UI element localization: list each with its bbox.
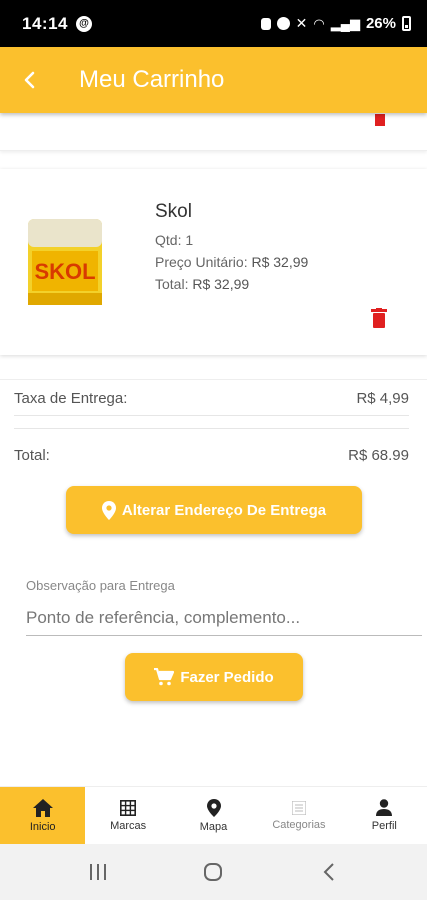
product-image: SKOL (28, 219, 102, 305)
trash-icon (375, 114, 385, 126)
product-total-value: R$ 32,99 (192, 276, 250, 292)
cart-icon (154, 668, 175, 686)
status-time: 14:14 (22, 13, 68, 33)
signal-icon: ▂▄▆ (330, 15, 360, 31)
observation-input[interactable] (26, 600, 422, 636)
delivery-fee-label: Taxa de Entrega: (14, 389, 128, 407)
back-system-button[interactable] (299, 852, 359, 892)
product-quantity-text: Qtd: 1 (155, 232, 194, 248)
change-address-button[interactable]: Alterar Endereço De Entrega (66, 486, 362, 534)
lock-icon (260, 17, 271, 30)
place-order-button[interactable]: Fazer Pedido (125, 653, 303, 701)
system-navigation-bar (0, 844, 427, 900)
summary-top-divider (0, 379, 427, 380)
nav-item-mapa[interactable]: Mapa (171, 787, 256, 844)
location-pin-icon (101, 500, 116, 520)
delete-item-button[interactable] (373, 113, 387, 131)
order-total-row: Total: R$ 68.99 (14, 440, 409, 470)
order-total-label: Total: (14, 446, 50, 464)
mute-icon: ✕ (295, 15, 308, 31)
product-quantity: Qtd: 1 (155, 232, 193, 248)
map-pin-icon (206, 798, 221, 817)
status-right: ✕ ◠ ▂▄▆ 26% (260, 15, 411, 32)
home-system-button[interactable] (183, 852, 243, 892)
threads-icon: @ (75, 15, 92, 32)
nav-label-perfil: Perfil (371, 820, 397, 832)
person-icon (376, 799, 393, 816)
place-order-label: Fazer Pedido (180, 668, 274, 686)
battery-icon (402, 16, 411, 31)
product-name: Skol (155, 201, 192, 222)
recent-apps-icon (89, 864, 106, 880)
arrow-back-icon (24, 71, 35, 89)
home-icon (32, 798, 53, 817)
notification-icons: @ (75, 15, 92, 32)
change-address-label: Alterar Endereço De Entrega (121, 501, 327, 519)
alarm-icon (276, 17, 290, 30)
bottom-navigation: Inicio Marcas Mapa Categorias Perfil (0, 786, 427, 844)
recent-apps-button[interactable] (68, 852, 128, 892)
order-total-value: R$ 68.99 (348, 446, 409, 464)
delete-item-button[interactable] (371, 308, 387, 333)
cart-item-partial (0, 113, 427, 151)
nav-label-categorias: Categorias (272, 818, 326, 831)
app-bar: Meu Carrinho (0, 47, 427, 113)
unit-price-value: R$ 32,99 (251, 254, 309, 270)
nav-label-marcas: Marcas (110, 819, 147, 832)
back-button[interactable] (0, 47, 60, 113)
nav-item-perfil[interactable]: Perfil (342, 787, 427, 844)
trash-icon (371, 308, 387, 328)
nav-label-inicio: Inicio (29, 820, 56, 833)
divider (14, 428, 409, 429)
categories-icon (291, 800, 306, 815)
nav-label-mapa: Mapa (199, 820, 228, 833)
delivery-fee-value: R$ 4,99 (356, 389, 409, 407)
nav-item-inicio[interactable]: Inicio (0, 787, 86, 844)
wifi-icon: ◠ (313, 15, 325, 31)
observation-label: Observação para Entrega (26, 578, 175, 593)
page-title: Meu Carrinho (79, 66, 225, 93)
chevron-left-icon (323, 863, 334, 881)
divider (14, 415, 409, 416)
status-bar: 14:14 @ ✕ ◠ ▂▄▆ 26% (0, 0, 427, 47)
nav-item-categorias[interactable]: Categorias (256, 787, 341, 844)
battery-percent: 26% (365, 15, 396, 32)
nav-item-marcas[interactable]: Marcas (85, 787, 170, 844)
unit-price-label: Preço Unitário: (155, 254, 248, 270)
cart-item-card: SKOL Skol Qtd: 1 Preço Unitário: R$ 32,9… (0, 169, 427, 355)
home-circle-icon (204, 863, 223, 881)
cart-content[interactable]: SKOL Skol Qtd: 1 Preço Unitário: R$ 32,9… (0, 113, 427, 786)
product-total: Total: R$ 32,99 (155, 276, 249, 292)
product-total-label: Total: (155, 276, 189, 292)
grid-icon (120, 799, 137, 816)
product-unit-price: Preço Unitário: R$ 32,99 (155, 254, 308, 270)
delivery-fee-row: Taxa de Entrega: R$ 4,99 (14, 383, 409, 413)
product-image-brand: SKOL (34, 259, 95, 284)
